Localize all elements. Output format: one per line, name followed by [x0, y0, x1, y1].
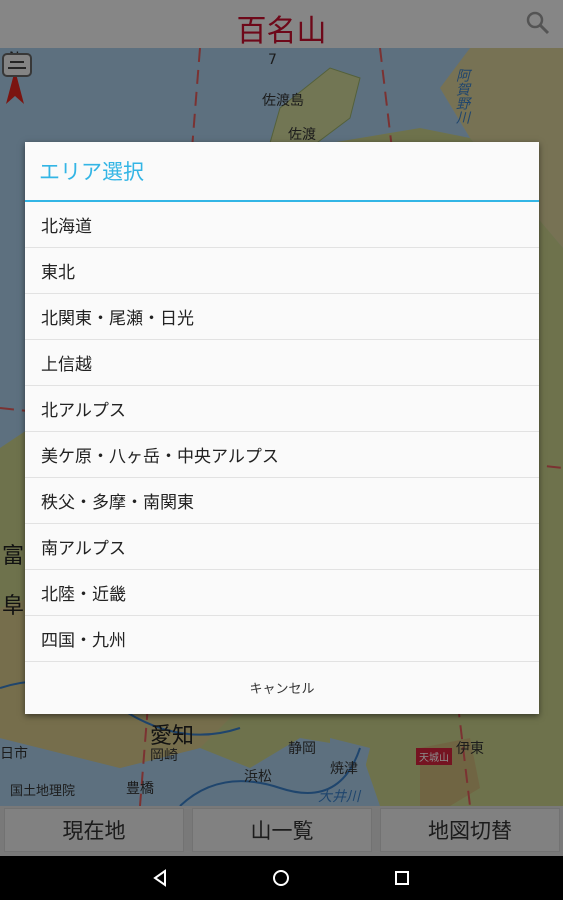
area-item-minami-alps[interactable]: 南アルプス [25, 524, 539, 570]
system-navigation-bar [0, 856, 563, 900]
area-item-hokkaido[interactable]: 北海道 [25, 202, 539, 248]
recents-icon[interactable] [392, 868, 412, 888]
area-item-chichibu[interactable]: 秩父・多摩・南関東 [25, 478, 539, 524]
cancel-button[interactable]: キャンセル [25, 662, 539, 712]
area-item-kita-alps[interactable]: 北アルプス [25, 386, 539, 432]
back-icon[interactable] [150, 868, 170, 888]
area-item-hokuriku[interactable]: 北陸・近畿 [25, 570, 539, 616]
area-item-tohoku[interactable]: 東北 [25, 248, 539, 294]
area-item-joshinetsu[interactable]: 上信越 [25, 340, 539, 386]
dialog-title: エリア選択 [25, 142, 539, 202]
area-item-shikoku[interactable]: 四国・九州 [25, 616, 539, 662]
area-item-utsukushigahara[interactable]: 美ケ原・八ヶ岳・中央アルプス [25, 432, 539, 478]
area-list: 北海道 東北 北関東・尾瀬・日光 上信越 北アルプス 美ケ原・八ヶ岳・中央アルプ… [25, 202, 539, 662]
area-select-dialog: エリア選択 北海道 東北 北関東・尾瀬・日光 上信越 北アルプス 美ケ原・八ヶ岳… [25, 142, 539, 714]
area-item-kitakanto[interactable]: 北関東・尾瀬・日光 [25, 294, 539, 340]
home-icon[interactable] [271, 868, 291, 888]
